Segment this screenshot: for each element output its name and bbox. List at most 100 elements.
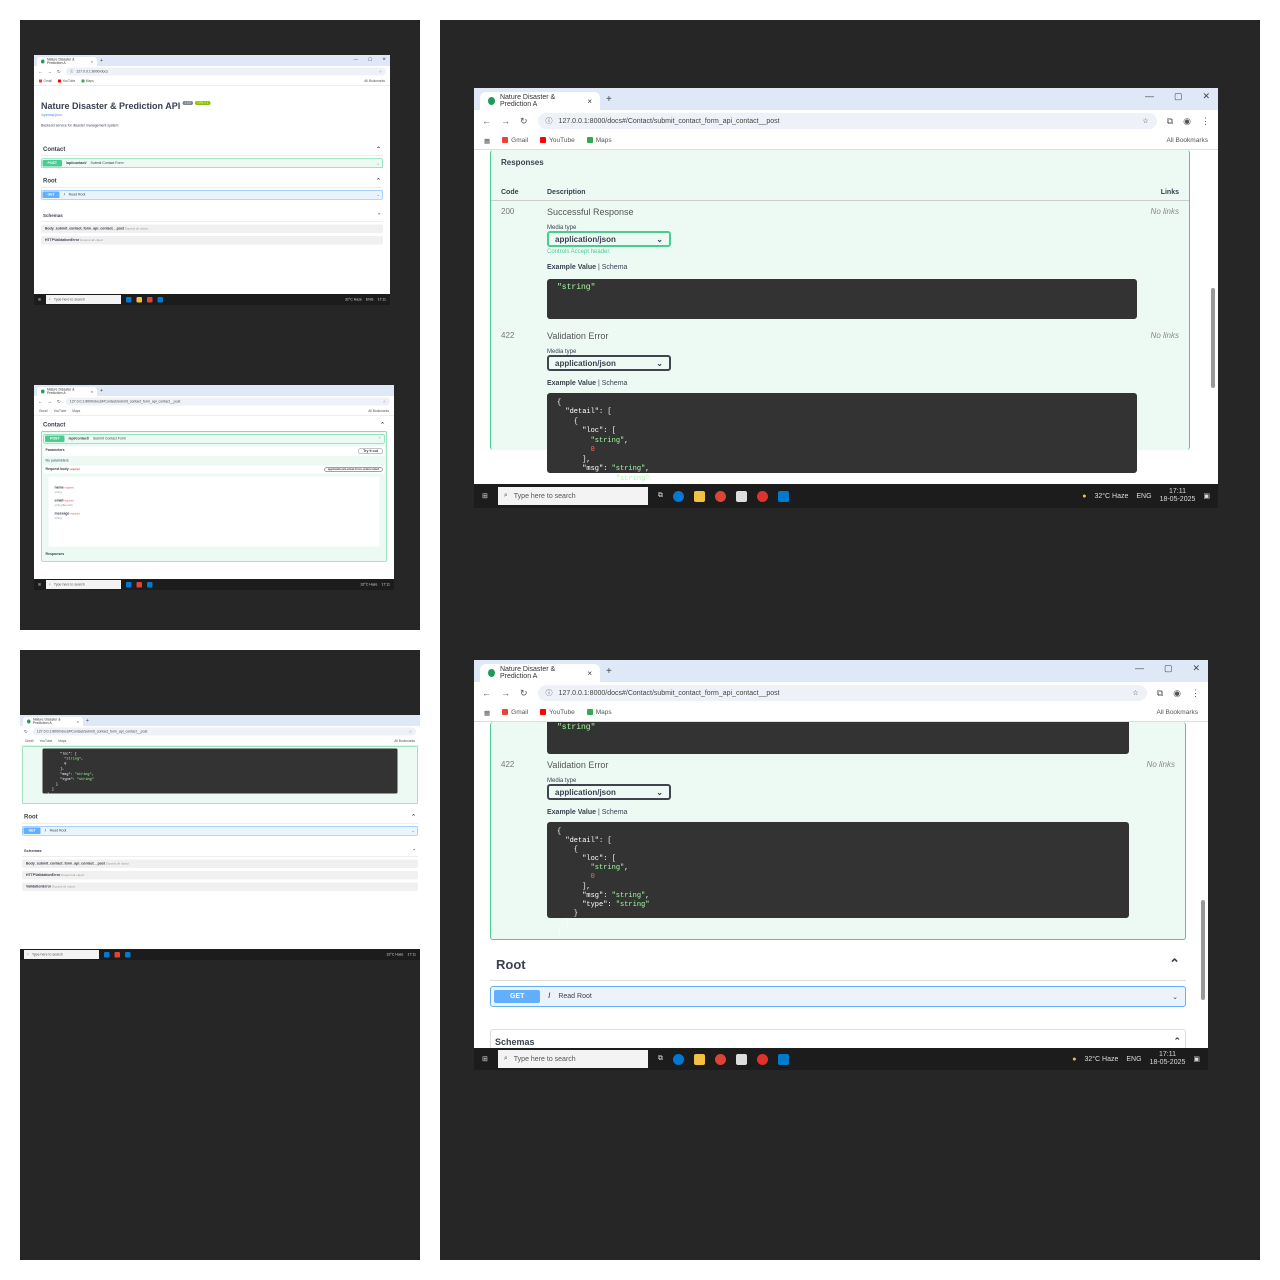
vscode-icon[interactable] bbox=[157, 296, 163, 303]
operation-get-root[interactable]: GET / Read Root ⌄ bbox=[41, 190, 383, 200]
task-view-icon[interactable]: ⧉ bbox=[658, 1055, 663, 1063]
address-bar[interactable]: ⓘ 127.0.0.1:8000/docs#/Contact/submit_con… bbox=[537, 685, 1147, 701]
bookmark-star-icon[interactable]: ☆ bbox=[1142, 117, 1148, 125]
close-window-icon[interactable]: ✕ bbox=[1192, 663, 1200, 674]
back-icon[interactable]: ← bbox=[482, 688, 491, 698]
close-window-icon[interactable]: ✕ bbox=[1202, 91, 1210, 102]
profile-icon[interactable]: ◉ bbox=[1183, 116, 1191, 127]
all-bookmarks[interactable]: All Bookmarks bbox=[1166, 137, 1208, 144]
minimize-icon[interactable]: — bbox=[353, 57, 358, 63]
section-contact[interactable]: Contact ⌃ bbox=[41, 418, 387, 432]
address-bar[interactable]: 127.0.0.1:8000/docs#/Contact/submit_cont… bbox=[32, 727, 416, 736]
reload-icon[interactable]: ↻ bbox=[520, 116, 528, 127]
schema-validation-error[interactable]: ValidationError Expand all object bbox=[22, 882, 418, 891]
browser-tab[interactable]: Nature Disaster & Prediction A × bbox=[480, 664, 600, 682]
section-root[interactable]: Root ⌃ bbox=[490, 950, 1186, 981]
folder-icon[interactable] bbox=[136, 296, 142, 303]
close-tab-icon[interactable]: × bbox=[91, 59, 93, 64]
operation-post-contact[interactable]: POST/api/contact/Submit Contact Form ⌄ bbox=[41, 158, 383, 168]
windows-start-icon[interactable]: ⊞ bbox=[482, 492, 488, 500]
chrome-icon[interactable] bbox=[146, 296, 153, 303]
schema-body-submit[interactable]: Body_submit_contact_form_api_contact__po… bbox=[41, 224, 383, 233]
address-bar[interactable]: 127.0.0.1:8000/docs#/Contact/submit_cont… bbox=[65, 397, 390, 406]
windows-start-icon[interactable]: ⊞ bbox=[38, 298, 41, 302]
brave-icon[interactable] bbox=[756, 1053, 768, 1065]
back-icon[interactable]: ← bbox=[38, 69, 43, 74]
minimize-icon[interactable]: — bbox=[1145, 91, 1154, 102]
maximize-icon[interactable]: ▢ bbox=[1164, 663, 1173, 674]
browser-tab[interactable]: Nature Disaster & Prediction A × bbox=[37, 57, 97, 66]
taskbar-search[interactable]: ⌕ Type here to search bbox=[45, 580, 121, 589]
bookmark-maps[interactable]: Maps bbox=[586, 137, 612, 144]
browser-tab[interactable]: Nature Disaster & Prediction A × bbox=[37, 387, 97, 396]
reload-icon[interactable]: ↻ bbox=[520, 688, 528, 699]
maximize-icon[interactable]: ▢ bbox=[1174, 91, 1183, 102]
store-icon[interactable] bbox=[735, 1053, 747, 1065]
bookmark-youtube[interactable]: YouTube bbox=[540, 137, 575, 144]
schema-tab[interactable]: Schema bbox=[602, 264, 628, 271]
bookmark-maps[interactable]: Maps bbox=[586, 709, 612, 716]
taskbar-search[interactable]: ⌕ Type here to search bbox=[497, 487, 648, 505]
browser-tab[interactable]: Nature Disaster & Prediction A × bbox=[23, 717, 83, 726]
bookmark-gmail[interactable]: Gmail bbox=[502, 137, 528, 144]
vscode-icon[interactable] bbox=[777, 1053, 789, 1065]
all-bookmarks[interactable]: All Bookmarks bbox=[364, 80, 385, 84]
content-type-select[interactable]: application/x-www-form-urlencoded bbox=[324, 467, 383, 472]
vscode-icon[interactable] bbox=[777, 490, 789, 502]
new-tab-icon[interactable]: + bbox=[100, 58, 103, 64]
edge-icon[interactable] bbox=[125, 296, 132, 303]
section-root[interactable]: Root ⌃ bbox=[22, 810, 418, 824]
extensions-icon[interactable]: ⧉ bbox=[1157, 688, 1163, 699]
taskbar-search[interactable]: ⌕ Type here to search bbox=[497, 1050, 648, 1068]
chrome-icon[interactable] bbox=[714, 1053, 726, 1065]
taskbar-search[interactable]: ⌕ Type here to search bbox=[24, 950, 99, 959]
notification-icon[interactable]: ▣ bbox=[1203, 492, 1210, 500]
edge-icon[interactable] bbox=[672, 1053, 684, 1065]
scrollbar[interactable] bbox=[1201, 900, 1205, 1000]
profile-icon[interactable]: ◉ bbox=[1173, 688, 1181, 699]
example-value-tab[interactable]: Example Value bbox=[547, 380, 596, 387]
address-bar[interactable]: ⓘ 127.0.0.1:8000/docs ☆ bbox=[65, 67, 386, 76]
all-bookmarks[interactable]: All Bookmarks bbox=[1156, 709, 1198, 716]
schema-http-validation-error[interactable]: HTTPValidationError Expand all object bbox=[41, 236, 383, 245]
try-it-out-button[interactable]: Try it out bbox=[358, 448, 383, 454]
example-value-tab[interactable]: Example Value bbox=[547, 809, 596, 816]
store-icon[interactable] bbox=[735, 490, 747, 502]
schema-tab[interactable]: Schema bbox=[602, 809, 628, 816]
menu-icon[interactable]: ⋮ bbox=[1201, 116, 1210, 127]
minimize-icon[interactable]: — bbox=[1135, 663, 1144, 674]
schema-body-submit[interactable]: Body_submit_contact_form_api_contact__po… bbox=[22, 859, 418, 868]
address-bar[interactable]: ⓘ 127.0.0.1:8000/docs#/Contact/submit_con… bbox=[537, 113, 1157, 129]
forward-icon[interactable]: → bbox=[501, 688, 510, 698]
schema-tab[interactable]: Schema bbox=[602, 380, 628, 387]
section-contact[interactable]: Contact ⌃ bbox=[41, 143, 383, 156]
bookmark-gmail[interactable]: Gmail bbox=[502, 709, 528, 716]
folder-icon[interactable] bbox=[693, 490, 705, 502]
scrollbar[interactable] bbox=[1211, 288, 1215, 388]
taskbar-search[interactable]: ⌕ Type here to search bbox=[45, 295, 121, 304]
bookmark-youtube[interactable]: YouTube bbox=[540, 709, 575, 716]
bookmark-star-icon[interactable]: ☆ bbox=[1132, 689, 1138, 697]
operation-get-root[interactable]: GET / Read Root ⌄ bbox=[490, 986, 1186, 1007]
reload-icon[interactable]: ↻ bbox=[57, 69, 61, 75]
browser-tab[interactable]: Nature Disaster & Prediction A × bbox=[480, 92, 600, 110]
operation-post-contact[interactable]: POST/api/contact/Submit Contact Form ⌃ bbox=[43, 434, 385, 444]
brave-icon[interactable] bbox=[756, 490, 768, 502]
section-schemas[interactable]: Schemas ⌃ bbox=[22, 846, 418, 857]
example-value-tab[interactable]: Example Value bbox=[547, 264, 596, 271]
edge-icon[interactable] bbox=[672, 490, 684, 502]
forward-icon[interactable]: → bbox=[501, 116, 510, 126]
forward-icon[interactable]: → bbox=[48, 69, 53, 74]
media-type-select-422[interactable]: application/json ⌄ bbox=[547, 784, 671, 800]
notification-icon[interactable]: ▣ bbox=[1193, 1055, 1200, 1063]
chrome-icon[interactable] bbox=[714, 490, 726, 502]
schema-http-validation-error[interactable]: HTTPValidationError Expand all object bbox=[22, 871, 418, 880]
media-type-select-422[interactable]: application/json ⌄ bbox=[547, 355, 671, 371]
section-root[interactable]: Root ⌃ bbox=[41, 174, 383, 188]
task-view-icon[interactable]: ⧉ bbox=[658, 492, 663, 500]
bookmark-star-icon[interactable]: ☆ bbox=[379, 70, 382, 74]
new-tab-icon[interactable]: + bbox=[606, 666, 612, 677]
new-tab-icon[interactable]: + bbox=[606, 94, 612, 105]
operation-get-root[interactable]: GET / Read Root ⌄ bbox=[22, 826, 418, 836]
extensions-icon[interactable]: ⧉ bbox=[1167, 116, 1173, 127]
